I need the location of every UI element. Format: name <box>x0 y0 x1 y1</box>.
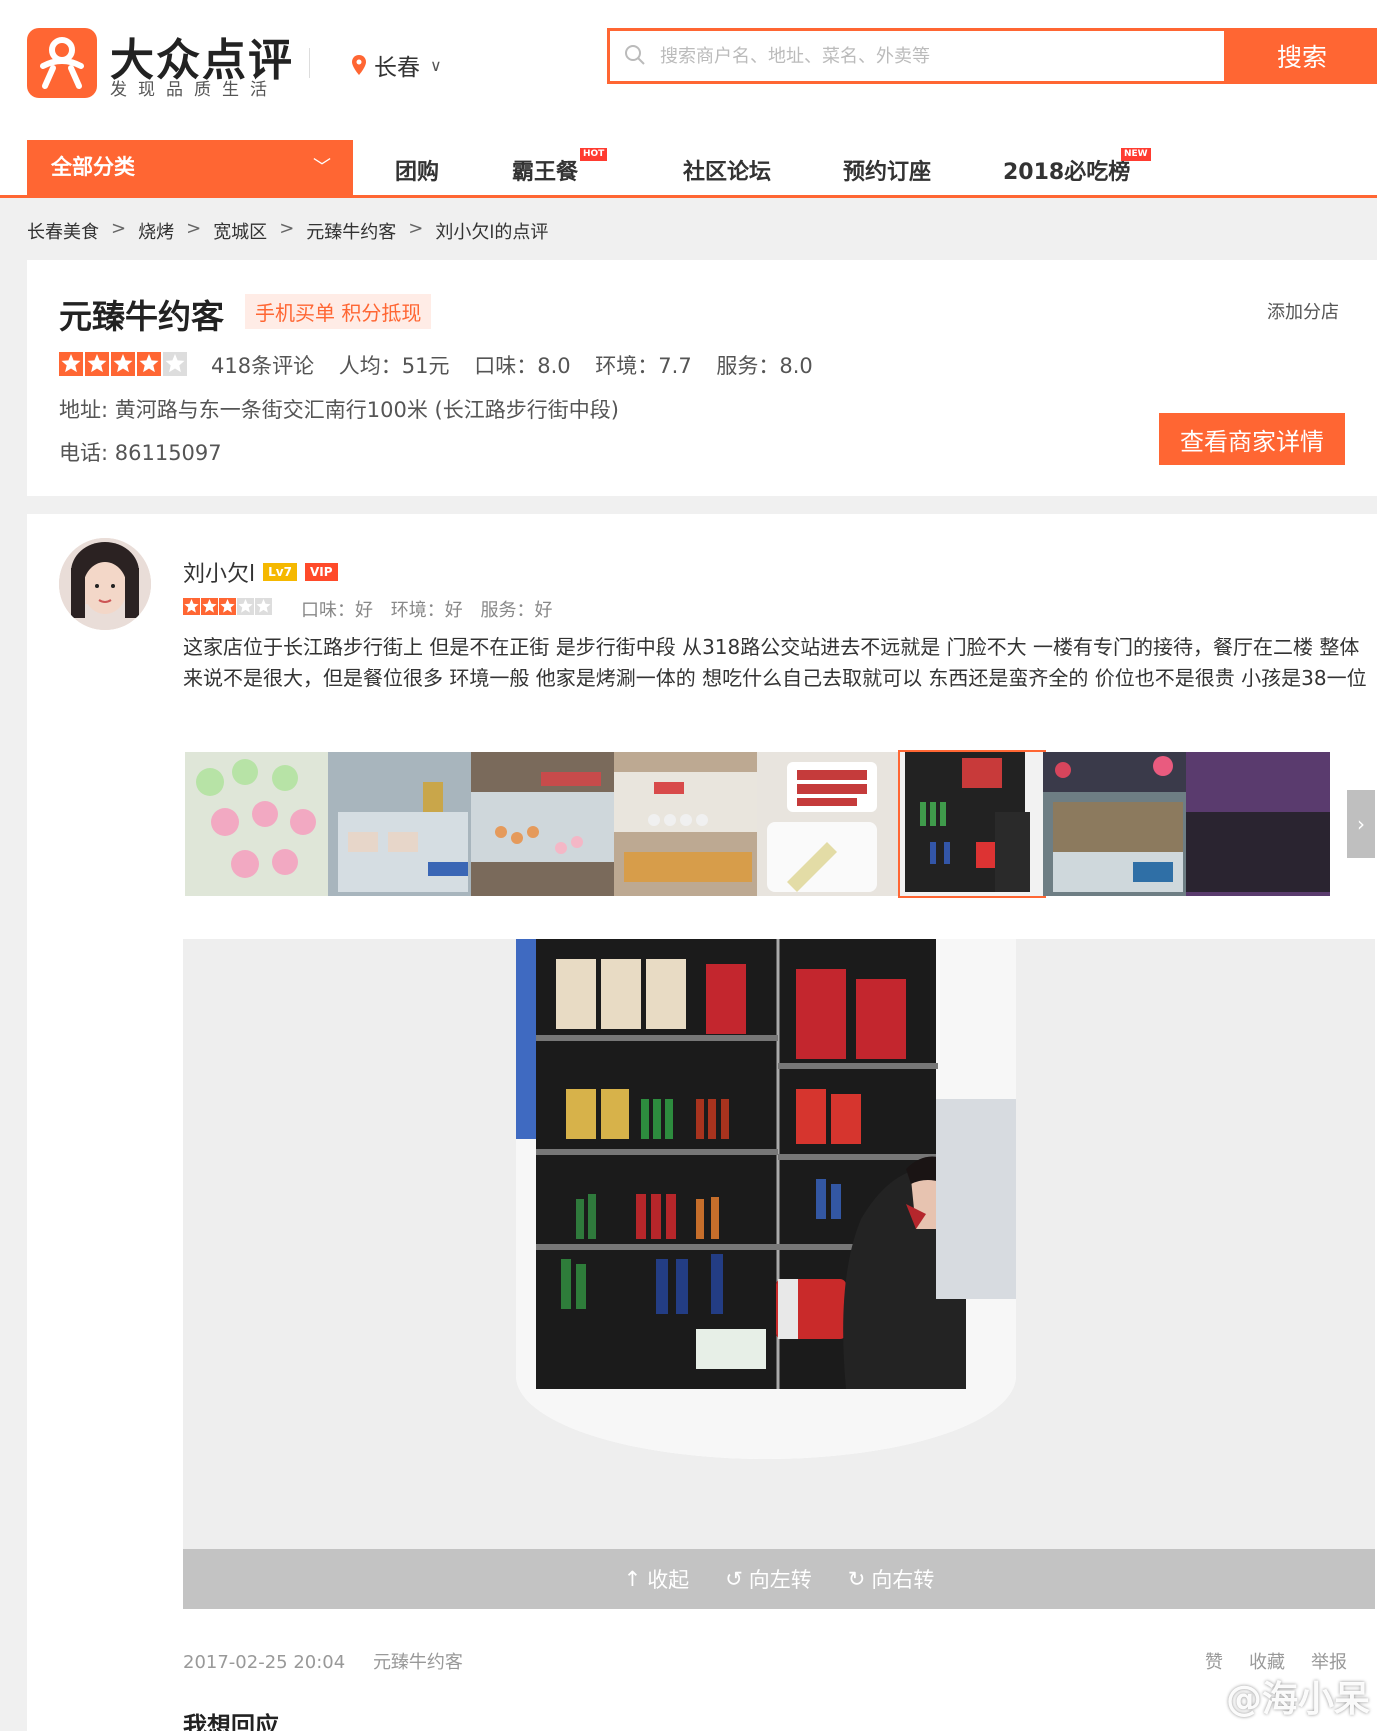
photo-thumbnail[interactable] <box>183 750 331 898</box>
shop-star-rating <box>59 352 187 376</box>
review-date: 2017-02-25 20:04 <box>183 1652 346 1673</box>
breadcrumb: 长春美食 > 烧烤 > 宽城区 > 元臻牛约客 > 刘小欠l的点评 <box>27 218 549 244</box>
photo-thumbnail[interactable] <box>755 750 903 898</box>
star-filled-icon <box>219 598 236 615</box>
breadcrumb-item[interactable]: 元臻牛约客 <box>306 218 396 244</box>
header-divider <box>309 48 310 78</box>
brand-slogan: 发现品质生活 <box>110 80 278 100</box>
city-selector[interactable]: 长春 ∨ <box>352 48 442 82</box>
review-meta: 2017-02-25 20:04 元臻牛约客 <box>183 1648 485 1674</box>
environment-score: 环境：7.7 <box>595 354 692 378</box>
arrow-up-icon: ↑ <box>623 1567 642 1591</box>
search-box <box>607 28 1227 84</box>
nav-item-forum[interactable]: 社区论坛 <box>683 154 771 186</box>
vip-badge: VIP <box>304 563 338 581</box>
photo-viewer: ↑ 收起 ↺ 向左转 ↻ 向右转 <box>183 939 1375 1609</box>
service-score: 服务：8.0 <box>716 354 813 378</box>
review-text: 这家店位于长江路步行街上 但是不在正街 是步行街中段 从318路公交站进去不远就… <box>183 635 1367 690</box>
view-shop-details-button[interactable]: 查看商家详情 <box>1159 413 1345 465</box>
weibo-icon <box>1180 1687 1216 1712</box>
rotate-left-button[interactable]: ↺ 向左转 <box>725 1564 812 1594</box>
photo-viewer-toolbar: ↑ 收起 ↺ 向左转 ↻ 向右转 <box>183 1549 1375 1609</box>
rotate-right-button[interactable]: ↻ 向右转 <box>848 1564 935 1594</box>
star-filled-icon <box>85 352 109 376</box>
rotate-left-icon: ↺ <box>725 1567 743 1591</box>
star-filled-icon <box>137 352 161 376</box>
review-count[interactable]: 418条评论 <box>211 354 314 378</box>
search-icon <box>625 45 645 65</box>
photo-thumbnail[interactable] <box>469 750 617 898</box>
star-empty-icon <box>237 598 254 615</box>
rotate-right-icon: ↻ <box>847 1567 866 1591</box>
nav-item-free-meal[interactable]: 霸王餐 HOT <box>512 148 608 186</box>
site-header: 大众点评 发现品质生活 长春 ∨ 搜索 全部分类 ﹀ 团购 霸王餐HOT 社区论… <box>0 0 1377 198</box>
location-pin-icon <box>352 55 366 75</box>
breadcrumb-item[interactable]: 烧烤 <box>138 218 174 244</box>
all-categories-label: 全部分类 <box>51 155 135 179</box>
new-badge: NEW <box>1121 148 1151 161</box>
chevron-down-icon: ﹀ <box>313 157 331 178</box>
environment-rating: 环境：好 <box>390 600 463 621</box>
all-categories-dropdown[interactable]: 全部分类 ﹀ <box>27 140 353 195</box>
main-nav: 全部分类 ﹀ 团购 霸王餐 HOT 社区论坛 预约订座 2018必吃榜 NEW <box>0 140 1377 198</box>
chevron-down-icon: ∨ <box>430 55 442 75</box>
breadcrumb-item[interactable]: 宽城区 <box>213 218 267 244</box>
photo-thumbnail-strip: › <box>183 750 1375 900</box>
photo-thumbnail[interactable] <box>326 750 474 898</box>
photo-thumbnail[interactable] <box>1041 750 1189 898</box>
star-filled-icon <box>59 352 83 376</box>
nav-item-reservation[interactable]: 预约订座 <box>843 154 931 186</box>
shop-address: 地址: 黄河路与东一条街交汇南行100米 (长江路步行街中段) <box>59 398 619 422</box>
add-branch-link[interactable]: 添加分店 <box>1267 298 1339 324</box>
chevron-right-icon[interactable]: › <box>1347 790 1375 858</box>
avg-price: 人均：51元 <box>338 354 450 378</box>
shop-card: 元臻牛约客 手机买单 积分抵现 添加分店 418条评论 人均：51元 口味：8.… <box>27 260 1377 496</box>
shop-name[interactable]: 元臻牛约客 <box>59 290 224 338</box>
shop-phone: 电话: 86115097 <box>59 441 222 465</box>
reply-heading: 我想回应 <box>183 1712 279 1731</box>
breadcrumb-current: 刘小欠l的点评 <box>435 222 549 243</box>
breadcrumb-item[interactable]: 长春美食 <box>27 218 99 244</box>
hot-badge: HOT <box>580 148 608 161</box>
photo-thumbnail[interactable] <box>612 750 760 898</box>
photo-thumbnail[interactable] <box>1184 750 1332 898</box>
collapse-button[interactable]: ↑ 收起 <box>624 1564 690 1594</box>
service-rating: 服务：好 <box>480 600 553 621</box>
search-button[interactable]: 搜索 <box>1227 28 1377 84</box>
photo-large[interactable] <box>516 939 1016 1459</box>
watermark: @海小呆 <box>1180 1670 1370 1722</box>
star-filled-icon <box>201 598 218 615</box>
photo-thumbnail-selected[interactable] <box>898 750 1046 898</box>
taste-rating: 口味：好 <box>301 600 373 621</box>
star-filled-icon <box>183 598 200 615</box>
review-card: 刘小欠l Lv7 VIP 口味：好 环境：好 服务：好 这家店位于长江路步行街上… <box>27 514 1377 1731</box>
shop-stats: 418条评论 人均：51元 口味：8.0 环境：7.7 服务：8.0 <box>211 350 827 380</box>
review-subratings: 口味：好 环境：好 服务：好 <box>301 596 564 622</box>
nav-item-must-eat[interactable]: 2018必吃榜 NEW <box>1003 148 1151 186</box>
promo-tag: 手机买单 积分抵现 <box>245 294 432 329</box>
search-input[interactable] <box>660 39 1200 73</box>
star-filled-icon <box>111 352 135 376</box>
star-empty-icon <box>255 598 272 615</box>
city-label: 长春 <box>374 55 420 81</box>
star-empty-icon <box>163 352 187 376</box>
review-shop-link[interactable]: 元臻牛约客 <box>373 1652 463 1673</box>
taste-score: 口味：8.0 <box>474 354 571 378</box>
logo-icon[interactable] <box>27 28 97 98</box>
username[interactable]: 刘小欠l <box>183 556 255 588</box>
nav-item-group-buy[interactable]: 团购 <box>395 154 439 186</box>
review-author: 刘小欠l Lv7 VIP <box>183 556 338 588</box>
avatar[interactable] <box>59 538 151 630</box>
review-star-rating <box>183 598 272 615</box>
level-badge: Lv7 <box>263 563 297 581</box>
